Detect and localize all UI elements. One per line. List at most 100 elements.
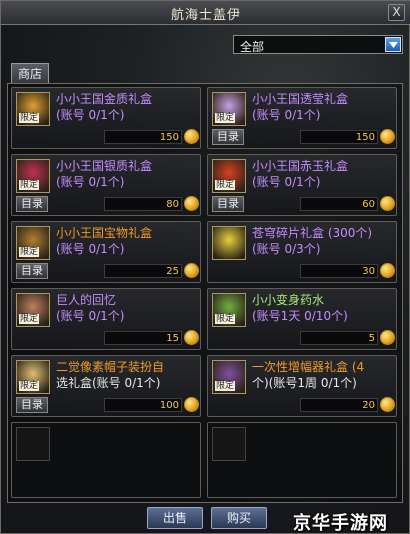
item-price: 25 [166,266,179,277]
item-price: 30 [362,266,375,277]
item-name: 一次性增幅器礼盒 (4 [252,360,365,374]
catalog-button[interactable]: 目录 [212,196,244,212]
item-purchase-limit: (账号 0/1个) [56,108,125,122]
price-field: 5 [300,331,378,345]
limited-tag: 限定 [215,113,236,123]
coin-icon [380,330,395,345]
item-icon[interactable]: 限定 [16,226,50,260]
item-price: 15 [166,333,179,344]
chevron-down-icon[interactable] [385,37,401,52]
coin-icon [380,129,395,144]
price-field: 25 [104,264,182,278]
item-name: 巨人的回忆 [56,293,117,307]
coin-icon [184,129,199,144]
item-icon[interactable]: 限定 [212,159,246,193]
shop-item-card[interactable]: 限定目录 二觉像素帽子装扮自 选礼盒(账号 0/1个) 100 [11,355,201,417]
buy-button[interactable]: 购买 [211,507,267,529]
coin-icon [184,397,199,412]
price-field: 15 [104,331,182,345]
coin-icon [380,397,395,412]
limited-tag: 限定 [19,247,40,257]
item-purchase-limit: (账号 0/1个) [252,175,321,189]
item-name: 小小王国银质礼盒 [56,159,153,173]
shop-item-card[interactable]: 限定目录 小小王国银质礼盒 (账号 0/1个) 80 [11,154,201,216]
item-purchase-limit: (账号1天 0/10个) [252,309,348,323]
shop-item-card[interactable]: 限定目录 小小王国宝物礼盒 (账号 0/1个) 25 [11,221,201,283]
coin-icon [184,330,199,345]
item-icon[interactable]: 限定 [16,159,50,193]
limited-tag: 限定 [215,314,236,324]
item-purchase-limit: 选礼盒(账号 0/1个) [56,376,161,390]
price-field: 100 [104,398,182,412]
item-name: 小小王国透莹礼盒 [252,92,349,106]
limited-tag: 限定 [19,314,40,324]
item-purchase-limit: (账号 0/1个) [56,175,125,189]
item-icon[interactable]: 限定 [212,92,246,126]
catalog-button[interactable]: 目录 [16,397,48,413]
item-name: 小小变身药水 [252,293,325,307]
coin-icon [380,263,395,278]
shop-item-card[interactable]: 限定目录 小小王国透莹礼盒 (账号 0/1个) 150 [207,87,397,149]
category-filter-value: 全部 [240,40,265,54]
coin-icon [184,196,199,211]
item-name: 小小王国宝物礼盒 [56,226,153,240]
item-icon[interactable]: 限定 [16,92,50,126]
item-price: 150 [159,132,179,143]
item-grid: 限定 小小王国金质礼盒 (账号 0/1个) 150 限定 目录 小小王国透莹礼盒 (账号 0/… [7,83,403,503]
item-price: 60 [362,199,375,210]
shop-item-card[interactable]: 苍穹碎片礼盒 (300个) (账号 0/3个) 30 [207,221,397,283]
tab-shop[interactable]: 商店 [11,63,49,84]
price-field: 30 [300,264,378,278]
empty-item-slot [207,422,397,498]
limited-tag: 限定 [19,180,40,190]
limited-tag: 限定 [19,113,40,123]
item-icon[interactable]: 限定 [212,293,246,327]
shop-item-card[interactable]: 限定 一次性增幅器礼盒 (4 个)(账号1周 0/1个) 20 [207,355,397,417]
item-icon[interactable]: 限定 [16,360,50,394]
close-button[interactable]: X [388,4,405,21]
item-name: 二觉像素帽子装扮自 [56,360,165,374]
item-price: 20 [362,400,375,411]
watermark: 京华手游网 [293,513,388,534]
title-bar[interactable]: 航海士盖伊 X [1,1,410,25]
item-price: 100 [159,400,179,411]
shop-item-card[interactable]: 限定目录 小小王国赤玉礼盒 (账号 0/1个) 60 [207,154,397,216]
item-purchase-limit: (账号 0/1个) [56,242,125,256]
catalog-button[interactable]: 目录 [16,263,48,279]
item-purchase-limit: 个)(账号1周 0/1个) [252,376,357,390]
item-icon[interactable] [212,226,246,260]
item-purchase-limit: (账号 0/1个) [252,108,321,122]
catalog-button[interactable]: 目录 [212,129,244,145]
shop-item-card[interactable]: 限定 巨人的回忆 (账号 0/1个) 15 [11,288,201,350]
catalog-button[interactable]: 目录 [16,196,48,212]
shop-window: 航海士盖伊 X 全部 商店 限定 小小王国金质礼盒 (账号 0/1个) 150 限定 目录… [0,0,410,534]
price-field: 60 [300,197,378,211]
limited-tag: 限定 [215,180,236,190]
shop-item-card[interactable]: 限定 小小王国金质礼盒 (账号 0/1个) 150 [11,87,201,149]
shop-item-card[interactable]: 限定 小小变身药水 (账号1天 0/10个) 5 [207,288,397,350]
limited-tag: 限定 [215,381,236,391]
window-title: 航海士盖伊 [170,8,241,23]
item-icon[interactable]: 限定 [16,293,50,327]
empty-icon-slot [16,427,50,461]
item-name: 小小王国金质礼盒 [56,92,153,106]
item-icon[interactable]: 限定 [212,360,246,394]
category-filter-dropdown[interactable]: 全部 [233,35,403,54]
price-field: 20 [300,398,378,412]
limited-tag: 限定 [19,381,40,391]
coin-icon [184,263,199,278]
price-field: 150 [104,130,182,144]
empty-icon-slot [212,427,246,461]
item-purchase-limit: (账号 0/1个) [56,309,125,323]
empty-item-slot [11,422,201,498]
item-purchase-limit: (账号 0/3个) [252,242,321,256]
price-field: 150 [300,130,378,144]
item-name: 小小王国赤玉礼盒 [252,159,349,173]
item-price: 5 [368,333,375,344]
sell-button[interactable]: 出售 [147,507,203,529]
item-price: 80 [166,199,179,210]
item-price: 150 [355,132,375,143]
coin-icon [380,196,395,211]
price-field: 80 [104,197,182,211]
item-name: 苍穹碎片礼盒 (300个) [252,226,373,240]
